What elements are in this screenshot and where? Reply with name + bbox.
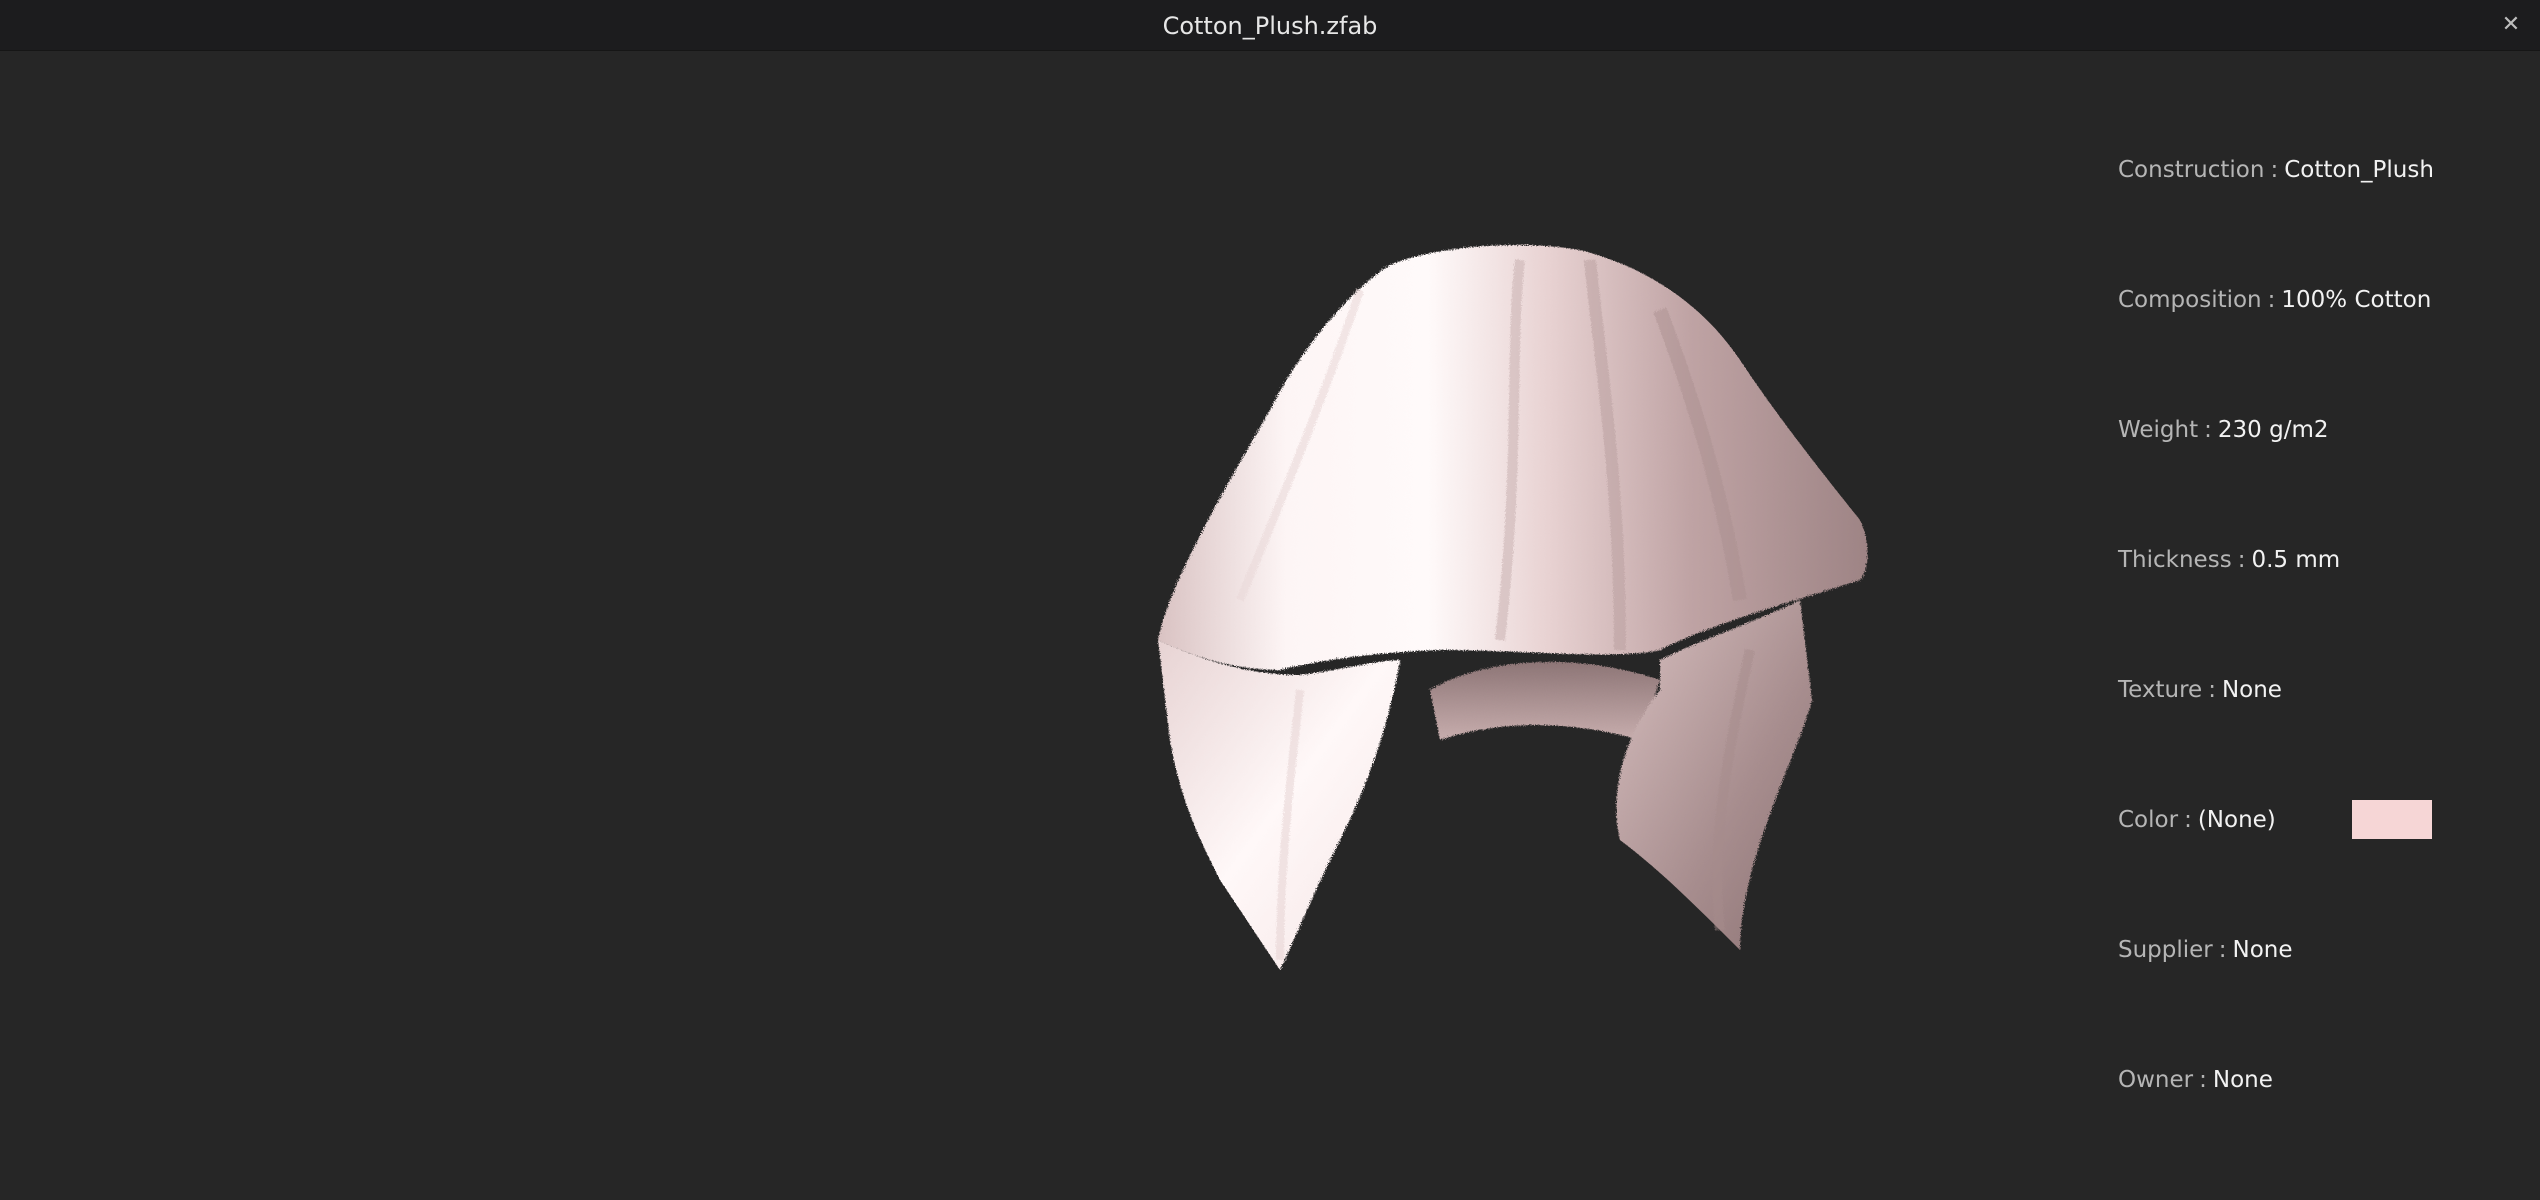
composition-value: 100% Cotton bbox=[2281, 287, 2432, 313]
composition-label: Composition bbox=[2118, 287, 2262, 313]
thickness-label: Thickness bbox=[2118, 547, 2232, 573]
construction-label: Construction bbox=[2118, 157, 2265, 183]
separator: : bbox=[2218, 937, 2227, 963]
close-icon: ✕ bbox=[2501, 12, 2521, 37]
close-button[interactable]: ✕ bbox=[2496, 10, 2526, 40]
property-color: Color: (None) bbox=[2118, 800, 2276, 840]
property-thickness: Thickness:0.5 mm bbox=[2118, 540, 2340, 580]
fabric-drape-preview[interactable] bbox=[1100, 220, 1960, 1000]
thickness-value: 0.5 mm bbox=[2251, 547, 2341, 573]
property-construction: Construction: Cotton_Plush bbox=[2118, 150, 2434, 190]
fabric-drape bbox=[1158, 245, 1868, 970]
owner-value: None bbox=[2212, 1067, 2273, 1093]
color-value: (None) bbox=[2197, 807, 2276, 833]
separator: : bbox=[2237, 547, 2246, 573]
supplier-label: Supplier bbox=[2118, 937, 2213, 963]
separator: : bbox=[2199, 1067, 2207, 1093]
window-title: Cotton_Plush.zfab bbox=[1162, 12, 1378, 40]
texture-label: Texture bbox=[2118, 677, 2203, 703]
owner-label: Owner bbox=[2118, 1067, 2194, 1093]
color-label: Color bbox=[2118, 807, 2179, 833]
fabric-preview-window: Cotton_Plush.zfab ✕ Construction: Cotto… bbox=[0, 0, 2540, 1200]
separator: : bbox=[2270, 157, 2279, 183]
separator: : bbox=[2204, 417, 2212, 443]
weight-label: Weight bbox=[2118, 417, 2199, 443]
property-weight: Weight:230 g/m2 bbox=[2118, 410, 2329, 450]
weight-value: 230 g/m2 bbox=[2217, 417, 2329, 443]
property-composition: Composition:100% Cotton bbox=[2118, 280, 2431, 320]
property-supplier: Supplier: None bbox=[2118, 930, 2293, 970]
separator: : bbox=[2208, 677, 2216, 703]
supplier-value: None bbox=[2232, 937, 2293, 963]
title-bar: Cotton_Plush.zfab ✕ bbox=[0, 0, 2540, 51]
separator: : bbox=[2184, 807, 2192, 833]
property-owner: Owner: None bbox=[2118, 1060, 2273, 1100]
texture-value: None bbox=[2221, 677, 2282, 703]
color-swatch[interactable] bbox=[2352, 800, 2432, 839]
separator: : bbox=[2267, 287, 2276, 313]
construction-value: Cotton_Plush bbox=[2284, 157, 2434, 183]
property-texture: Texture: None bbox=[2118, 670, 2282, 710]
